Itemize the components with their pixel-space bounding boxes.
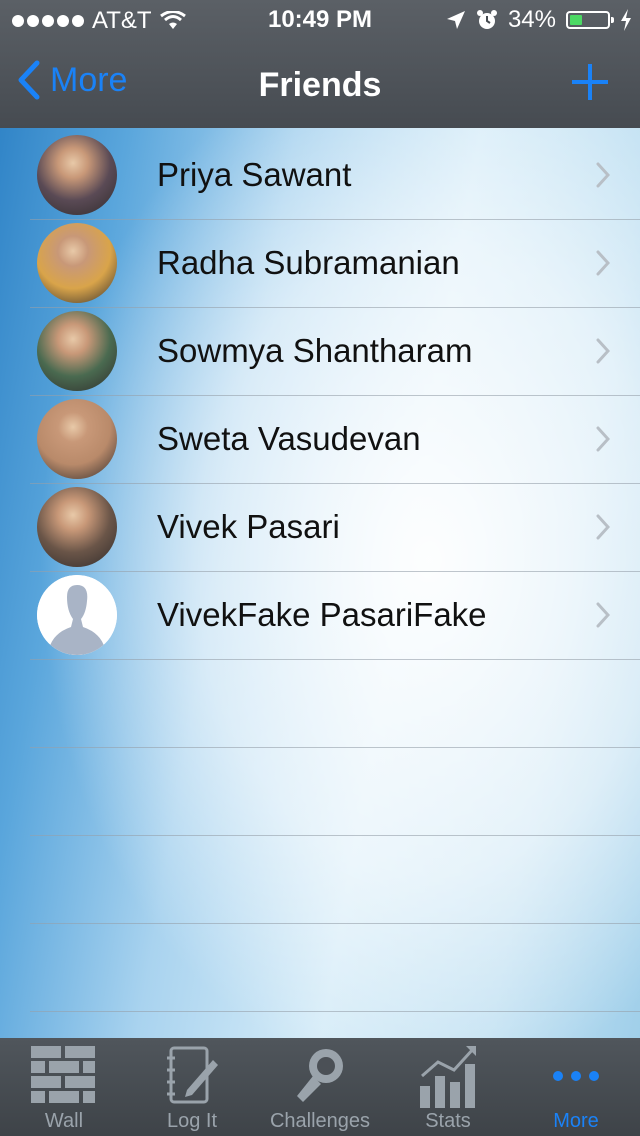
avatar	[37, 135, 117, 215]
avatar	[37, 311, 117, 391]
row-separator	[30, 923, 640, 924]
avatar	[37, 487, 117, 567]
location-icon	[446, 11, 465, 29]
friend-name: Sowmya Shantharam	[157, 332, 473, 369]
avatar	[37, 223, 117, 303]
chevron-right-icon	[596, 514, 610, 540]
status-right: 34%	[446, 6, 632, 34]
friend-row[interactable]: Sowmya Shantharam	[0, 304, 640, 392]
page-title: Friends	[258, 66, 382, 104]
tab-challenges[interactable]: Challenges	[256, 1038, 384, 1136]
chevron-right-icon	[596, 250, 610, 276]
friend-row[interactable]: Sweta Vasudevan	[0, 392, 640, 480]
tab-bar: Wall Log It Challenges Stats More	[0, 1038, 640, 1136]
status-bar: AT&T 10:49 PM 34%	[0, 0, 640, 40]
friend-name: VivekFake PasariFake	[157, 596, 487, 633]
row-separator	[30, 571, 640, 572]
chevron-right-icon	[596, 426, 610, 452]
tab-stats-label: Stats	[425, 1110, 471, 1132]
friend-name: Vivek Pasari	[157, 508, 340, 545]
more-icon	[553, 1071, 599, 1081]
top-bar: AT&T 10:49 PM 34% More Friends	[0, 0, 640, 128]
row-separator	[30, 1011, 640, 1012]
tab-wall[interactable]: Wall	[0, 1038, 128, 1136]
avatar-placeholder-icon	[37, 575, 117, 655]
plus-icon[interactable]	[570, 62, 610, 102]
row-separator	[30, 835, 640, 836]
friend-row[interactable]: Priya Sawant	[0, 128, 640, 216]
avatar	[37, 399, 117, 479]
chevron-right-icon	[596, 602, 610, 628]
tab-log-it[interactable]: Log It	[128, 1038, 256, 1136]
friend-row[interactable]: Vivek Pasari	[0, 480, 640, 568]
tab-log-it-label: Log It	[166, 1110, 218, 1132]
friends-list: Priya Sawant Radha Subramanian Sowmya Shan…	[0, 128, 640, 1038]
row-separator	[30, 659, 640, 660]
stats-icon	[420, 1046, 476, 1108]
wall-icon	[31, 1046, 95, 1103]
alarm-icon	[476, 10, 497, 29]
tab-stats[interactable]: Stats	[384, 1038, 512, 1136]
challenges-icon	[297, 1049, 343, 1102]
tab-more-label: More	[553, 1110, 599, 1132]
row-separator	[30, 219, 640, 220]
charging-icon	[621, 9, 631, 31]
battery-fill	[570, 15, 582, 25]
tab-wall-label: Wall	[44, 1110, 84, 1132]
friend-row[interactable]: Radha Subramanian	[0, 216, 640, 304]
chevron-right-icon	[596, 338, 610, 364]
chevron-right-icon	[596, 162, 610, 188]
tab-challenges-label: Challenges	[269, 1110, 371, 1132]
battery-icon	[566, 11, 614, 29]
row-separator	[30, 747, 640, 748]
friend-name: Sweta Vasudevan	[157, 420, 421, 457]
friend-name: Priya Sawant	[157, 156, 352, 193]
notebook-icon	[167, 1046, 218, 1104]
navigation-bar: More Friends	[0, 40, 640, 128]
friend-name: Radha Subramanian	[157, 244, 460, 281]
row-separator	[30, 483, 640, 484]
row-separator	[30, 395, 640, 396]
battery-percent: 34%	[507, 6, 556, 33]
tab-more[interactable]: More	[512, 1038, 640, 1136]
row-separator	[30, 307, 640, 308]
friend-row[interactable]: VivekFake PasariFake	[0, 568, 640, 656]
